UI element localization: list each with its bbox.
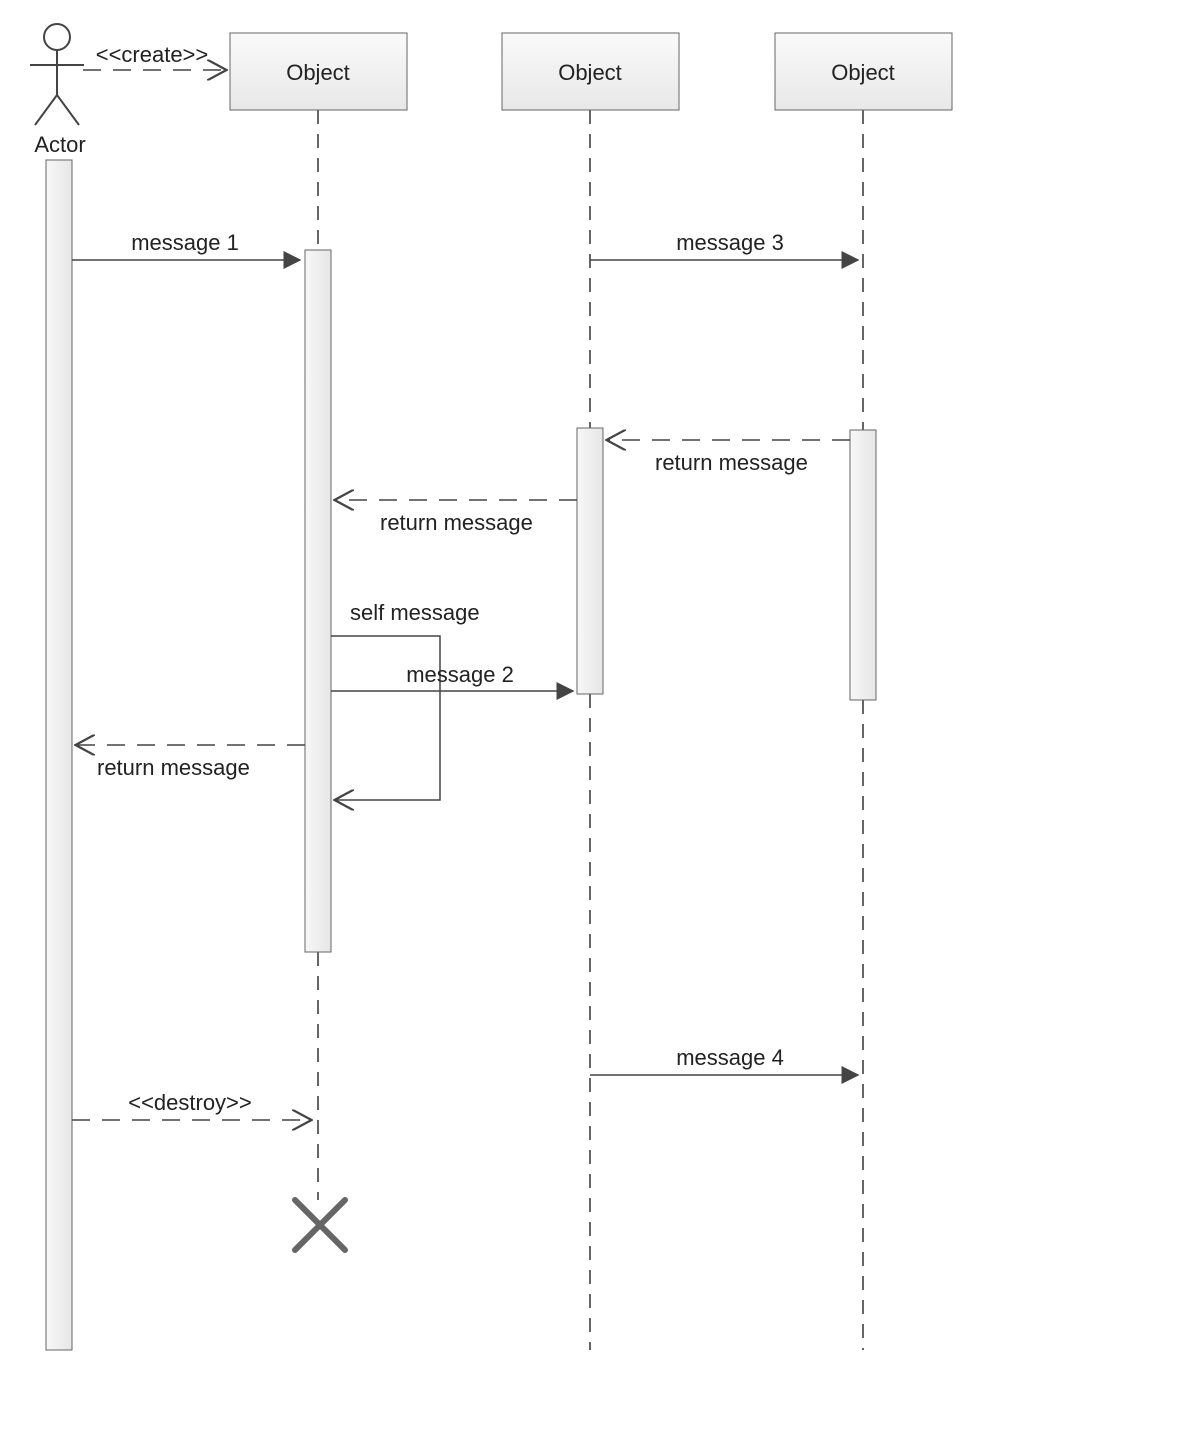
object3-label: Object	[831, 60, 895, 85]
actor-label: Actor	[34, 132, 85, 157]
self-msg-label: self message	[350, 600, 480, 625]
sequence-diagram: Actor Object Object Object <<create>> me…	[0, 0, 1184, 1434]
msg-destroy-label: <<destroy>>	[128, 1090, 252, 1115]
object1-label: Object	[286, 60, 350, 85]
actor-figure	[30, 24, 84, 125]
msg-create-label: <<create>>	[96, 42, 209, 67]
return-2-1-label: return message	[380, 510, 533, 535]
return-3-2-label: return message	[655, 450, 808, 475]
return-1-actor-label: return message	[97, 755, 250, 780]
self-msg	[331, 636, 440, 800]
object1-activation	[305, 250, 331, 952]
msg-4-label: message 4	[676, 1045, 784, 1070]
object2-label: Object	[558, 60, 622, 85]
object3-activation	[850, 430, 876, 700]
actor-activation	[46, 160, 72, 1350]
msg-2-label: message 2	[406, 662, 514, 687]
object2-activation	[577, 428, 603, 694]
destroy-marker	[295, 1200, 345, 1250]
msg-1-label: message 1	[131, 230, 239, 255]
msg-3-label: message 3	[676, 230, 784, 255]
